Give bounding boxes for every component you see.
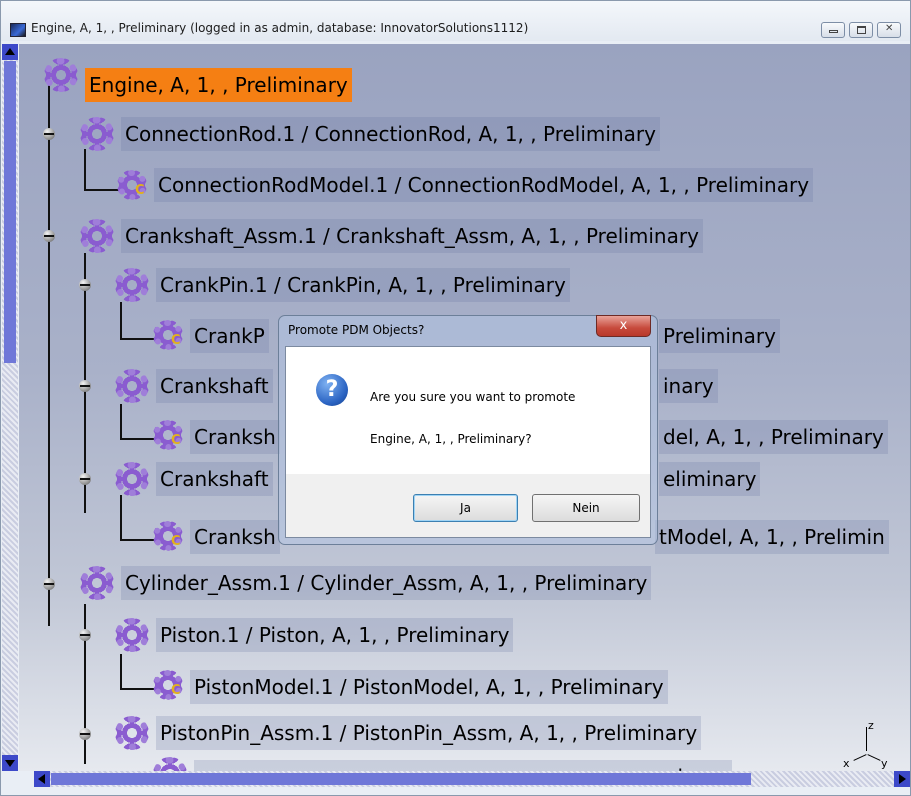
collapse-toggle-icon[interactable]	[79, 279, 91, 291]
tree-node-partial[interactable]: ninary	[194, 760, 732, 771]
tree-node-crankshaft-a[interactable]: Crankshaft	[156, 369, 273, 403]
assembly-gear-icon	[44, 58, 78, 92]
tree-node-crankshaft-b-model-tail[interactable]: tModel, A, 1, , Prelimin	[655, 520, 889, 554]
horizontal-scroll-thumb[interactable]	[51, 773, 751, 785]
maximize-button[interactable]	[849, 22, 873, 38]
collapse-toggle-icon[interactable]	[43, 230, 55, 242]
vertical-scrollbar[interactable]	[2, 44, 18, 771]
collapse-toggle-icon[interactable]	[43, 128, 55, 140]
assembly-gear-icon	[115, 462, 149, 496]
tree-node-crankpin-model[interactable]: CrankP	[190, 319, 269, 353]
compass-triad[interactable]: z x y	[837, 719, 897, 771]
part-gear-icon	[153, 320, 183, 350]
tree-line	[120, 338, 155, 340]
tree-node-cylinder-assm[interactable]: Cylinder_Assm.1 / Cylinder_Assm, A, 1, ,…	[121, 566, 652, 600]
tree-line	[48, 76, 50, 626]
dialog-message-line1: Are you sure you want to promote	[370, 390, 576, 404]
tree-node-crankshaft-b-model[interactable]: Cranksh	[190, 520, 280, 554]
tree-line	[120, 654, 122, 690]
tree-node-crankpin-model-tail[interactable]: Preliminary	[659, 319, 780, 353]
compass-y-label: y	[881, 757, 888, 770]
app-icon	[10, 23, 26, 37]
tree-node-piston[interactable]: Piston.1 / Piston, A, 1, , Preliminary	[156, 618, 514, 652]
title-bar[interactable]: Engine, A, 1, , Preliminary (logged in a…	[1, 1, 910, 41]
tree-node-pistonmodel[interactable]: PistonModel.1 / PistonModel, A, 1, , Pre…	[190, 670, 668, 704]
tree-line	[120, 688, 155, 690]
application-window: Engine, A, 1, , Preliminary (logged in a…	[0, 0, 911, 796]
scroll-right-arrow-icon[interactable]	[894, 771, 910, 787]
tree-line	[120, 539, 155, 541]
collapse-toggle-icon[interactable]	[79, 380, 91, 392]
assembly-gear-icon	[115, 369, 149, 403]
assembly-gear-icon	[153, 757, 187, 771]
question-icon: ?	[316, 374, 348, 406]
scroll-up-arrow-icon[interactable]	[2, 44, 18, 60]
tree-node-crankshaft-a-tail[interactable]: inary	[659, 369, 718, 403]
collapse-toggle-icon[interactable]	[43, 578, 55, 590]
assembly-gear-icon	[115, 716, 149, 750]
collapse-toggle-icon[interactable]	[79, 629, 91, 641]
collapse-toggle-icon[interactable]	[79, 473, 91, 485]
compass-x-label: x	[843, 757, 850, 770]
scroll-down-arrow-icon[interactable]	[2, 755, 18, 771]
vertical-scroll-thumb[interactable]	[4, 61, 16, 363]
tree-line	[120, 495, 122, 541]
assembly-gear-icon	[80, 219, 114, 253]
close-window-button[interactable]	[877, 22, 901, 38]
tree-line	[120, 302, 122, 340]
part-gear-icon	[153, 521, 183, 551]
tree-node-crankshaft-a-model-tail[interactable]: del, A, 1, , Preliminary	[659, 420, 888, 454]
minimize-button[interactable]	[821, 22, 845, 38]
tree-line	[120, 438, 155, 440]
yes-button[interactable]: Ja	[413, 494, 518, 522]
dialog-title: Promote PDM Objects?	[288, 323, 425, 337]
compass-x-axis	[853, 754, 867, 761]
tree-node-crankshaft-assm[interactable]: Crankshaft_Assm.1 / Crankshaft_Assm, A, …	[121, 219, 703, 253]
promote-dialog: ? Are you sure you want to promote Engin…	[285, 346, 651, 538]
tree-line	[84, 604, 86, 764]
compass-z-label: z	[868, 719, 874, 732]
dialog-message-area: ? Are you sure you want to promote Engin…	[286, 347, 650, 474]
assembly-gear-icon	[80, 566, 114, 600]
part-gear-icon	[117, 170, 147, 200]
no-button[interactable]: Nein	[532, 494, 640, 522]
tree-node-connectionrod[interactable]: ConnectionRod.1 / ConnectionRod, A, 1, ,…	[121, 117, 660, 151]
collapse-toggle-icon[interactable]	[79, 728, 91, 740]
compass-y-axis	[867, 754, 881, 761]
scroll-left-arrow-icon[interactable]	[34, 771, 50, 787]
window-title: Engine, A, 1, , Preliminary (logged in a…	[31, 21, 529, 35]
dialog-close-button[interactable]: x	[596, 315, 651, 337]
tree-node-engine[interactable]: Engine, A, 1, , Preliminary	[85, 68, 352, 102]
tree-node-crankshaft-b[interactable]: Crankshaft	[156, 462, 273, 496]
assembly-gear-icon	[115, 268, 149, 302]
part-gear-icon	[153, 670, 183, 700]
assembly-gear-icon	[80, 117, 114, 151]
tree-node-crankshaft-b-tail[interactable]: eliminary	[659, 462, 761, 496]
tree-line	[84, 149, 86, 191]
assembly-gear-icon	[115, 618, 149, 652]
tree-node-connectionrodmodel[interactable]: ConnectionRodModel.1 / ConnectionRodMode…	[154, 168, 814, 202]
tree-node-crankshaft-a-model[interactable]: Cranksh	[190, 420, 280, 454]
compass-z-axis	[866, 727, 867, 751]
part-gear-icon	[153, 420, 183, 450]
tree-line	[120, 404, 122, 440]
tree-node-crankpin[interactable]: CrankPin.1 / CrankPin, A, 1, , Prelimina…	[156, 268, 570, 302]
tree-node-pistonpin-assm[interactable]: PistonPin_Assm.1 / PistonPin_Assm, A, 1,…	[156, 716, 702, 750]
dialog-message-line2: Engine, A, 1, , Preliminary?	[370, 432, 532, 446]
horizontal-scrollbar[interactable]	[34, 771, 910, 787]
